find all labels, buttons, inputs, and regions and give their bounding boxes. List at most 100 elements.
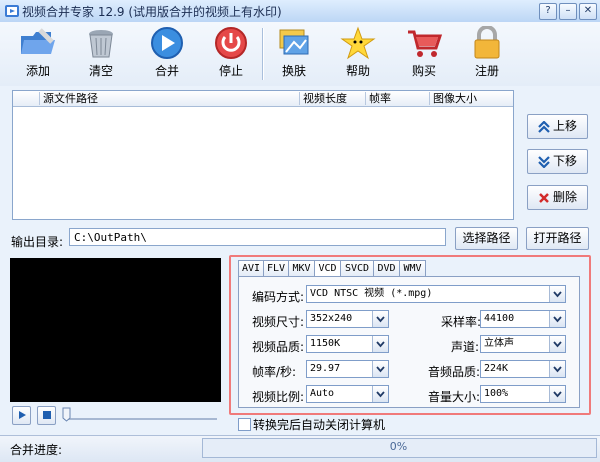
move-up-label: 上移 [552,119,577,133]
merge-button[interactable]: 合并 [141,24,193,84]
sample-rate-value: 44100 [484,313,515,324]
tab-svcd[interactable]: SVCD [340,260,374,276]
framerate-label: 帧率/秒: [252,365,297,379]
tab-vcd[interactable]: VCD [314,260,341,277]
lock-icon [474,26,500,59]
stop-icon [42,411,51,419]
chevron-down-icon [549,286,565,302]
audio-quality-label: 音频品质: [428,365,481,379]
register-label: 注册 [474,64,499,78]
list-header: 源文件路径 视频长度 帧率 图像大小 [13,91,513,107]
auto-shutdown-label[interactable]: 转换完后自动关闭计算机 [253,416,385,433]
move-down-label: 下移 [552,154,577,168]
toolbar: 添加 清空 合并 停止 换肤 帮助 购买 注册 [0,22,600,86]
stop-label: 停止 [218,64,243,78]
video-quality-select[interactable]: 1150K [306,335,389,353]
channel-select[interactable]: 立体声 [480,335,566,353]
video-size-value: 352x240 [310,313,353,324]
window-title: 视频合并专家 12.9 (试用版合并的视频上有水印) [22,5,282,19]
register-button[interactable]: 注册 [461,24,513,84]
play-icon [151,27,183,59]
skin-label: 换肤 [281,64,306,78]
volume-label: 音量大小: [428,390,481,404]
add-button[interactable]: 添加 [12,24,64,84]
encoder-label: 编码方式: [252,290,305,304]
volume-value: 100% [484,388,509,399]
folder-add-icon [21,28,55,54]
tab-flv[interactable]: FLV [263,260,289,276]
move-down-button[interactable]: 下移 [527,149,588,174]
auto-shutdown-checkbox[interactable] [238,418,251,431]
column-framerate[interactable]: 帧率 [365,92,391,105]
skin-button[interactable]: 换肤 [268,24,320,84]
chevron-down-icon [372,386,388,402]
close-button[interactable]: ✕ [579,3,597,20]
sample-rate-select[interactable]: 44100 [480,310,566,328]
chevron-down-icon [372,361,388,377]
clear-button[interactable]: 清空 [75,24,127,84]
help-button[interactable]: 帮助 [332,24,384,84]
chevron-down-icon [549,311,565,327]
tab-avi[interactable]: AVI [238,260,264,276]
video-quality-value: 1150K [310,338,341,349]
seek-slider[interactable] [62,406,219,423]
red-x-icon [539,192,549,203]
delete-button[interactable]: 删除 [527,185,588,210]
video-size-select[interactable]: 352x240 [306,310,389,328]
audio-quality-value: 224K [484,363,509,374]
progress-label: 合并进度: [10,443,63,457]
palette-icon [279,29,309,55]
video-size-label: 视频尺寸: [252,315,305,329]
chevron-down-icon [549,336,565,352]
buy-button[interactable]: 购买 [398,24,450,84]
chevron-down-icon [549,386,565,402]
aspect-ratio-value: Auto [310,388,335,399]
sample-rate-label: 采样率: [441,315,482,329]
channel-label: 声道: [451,340,480,354]
source-file-list[interactable]: 源文件路径 视频长度 帧率 图像大小 [12,90,514,220]
star-icon [340,26,376,60]
help-window-button[interactable]: ? [539,3,557,20]
delete-label: 删除 [552,190,577,204]
choose-path-button[interactable]: 选择路径 [455,227,518,250]
buy-label: 购买 [411,64,436,78]
double-chevron-down-icon [538,155,550,168]
double-chevron-up-icon [538,120,550,133]
column-duration[interactable]: 视频长度 [299,92,347,105]
open-path-button[interactable]: 打开路径 [526,227,589,250]
audio-quality-select[interactable]: 224K [480,360,566,378]
channel-value: 立体声 [484,338,514,349]
trash-icon [89,30,113,58]
toolbar-separator [262,28,264,80]
stop-preview-button[interactable] [37,406,56,425]
output-dir-label: 输出目录: [11,235,64,249]
tab-wmv[interactable]: WMV [399,260,426,276]
encoder-value: VCD NTSC 视频 (*.mpg) [310,288,433,299]
stop-button[interactable]: 停止 [205,24,257,84]
progress-percent: 0% [389,440,408,453]
minimize-button[interactable]: – [559,3,577,20]
output-path-input[interactable]: C:\OutPath\ [69,228,446,246]
chevron-down-icon [372,311,388,327]
clear-label: 清空 [88,64,113,78]
tab-mkv[interactable]: MKV [288,260,315,276]
chevron-down-icon [372,336,388,352]
aspect-ratio-select[interactable]: Auto [306,385,389,403]
framerate-select[interactable]: 29.97 [306,360,389,378]
encoder-select[interactable]: VCD NTSC 视频 (*.mpg) [306,285,566,303]
framerate-value: 29.97 [310,363,341,374]
column-source-path[interactable]: 源文件路径 [39,92,98,105]
seek-thumb [62,407,71,422]
merge-label: 合并 [154,64,179,78]
play-preview-button[interactable] [12,406,31,425]
power-icon [215,27,247,59]
video-preview [10,258,221,402]
add-label: 添加 [25,64,50,78]
move-up-button[interactable]: 上移 [527,114,588,139]
aspect-ratio-label: 视频比例: [252,390,305,404]
tab-dvd[interactable]: DVD [373,260,400,276]
volume-select[interactable]: 100% [480,385,566,403]
video-quality-label: 视频品质: [252,340,305,354]
app-icon [5,5,19,17]
column-image-size[interactable]: 图像大小 [429,92,477,105]
